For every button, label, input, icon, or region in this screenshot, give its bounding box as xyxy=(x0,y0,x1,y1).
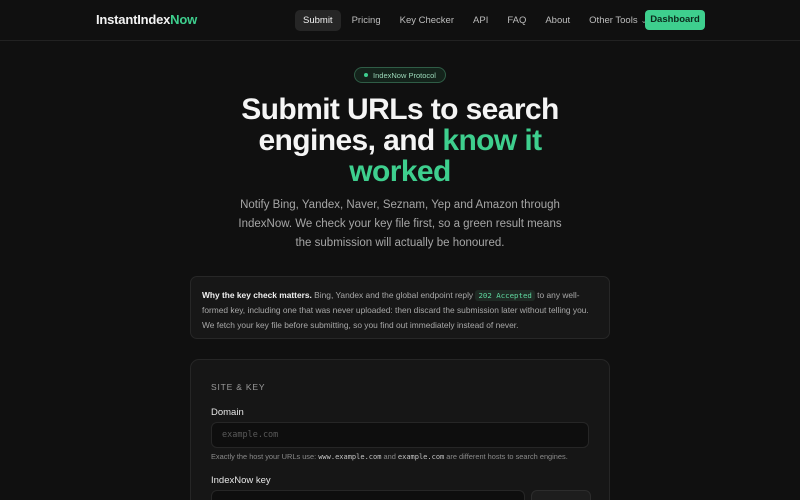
key-action-button[interactable] xyxy=(531,490,591,500)
callout-code: 202 Accepted xyxy=(475,290,535,301)
domain-hint: Exactly the host your URLs use: www.exam… xyxy=(211,452,568,461)
dashboard-button[interactable]: Dashboard xyxy=(645,10,705,30)
callout-heading: Why the key check matters. xyxy=(202,290,312,300)
nav-link-key-checker[interactable]: Key Checker xyxy=(392,10,462,31)
nav-links: Submit Pricing Key Checker API FAQ About… xyxy=(295,9,658,31)
protocol-badge: IndexNow Protocol xyxy=(354,67,446,83)
hero-title-line1: Submit URLs to search xyxy=(241,93,559,126)
hint-text-3: are different hosts to search engines. xyxy=(444,452,568,461)
key-label: IndexNow key xyxy=(211,475,271,486)
other-tools-label: Other Tools xyxy=(589,14,638,26)
key-check-callout: Why the key check matters. Bing, Yandex … xyxy=(190,276,610,339)
hero-subtitle: Notify Bing, Yandex, Naver, Seznam, Yep … xyxy=(238,199,562,249)
status-dot-icon xyxy=(364,73,369,77)
hint-code-www: www.example.com xyxy=(318,453,382,461)
hint-text-1: Exactly the host your URLs use: xyxy=(211,452,319,461)
hero-title-line2: engines, and xyxy=(258,124,443,157)
nav-link-about[interactable]: About xyxy=(537,10,578,31)
section-title: SITE & KEY xyxy=(211,382,266,392)
hero-title-highlight: know it xyxy=(442,124,542,157)
protocol-badge-label: IndexNow Protocol xyxy=(373,70,436,80)
site-key-form: SITE & KEY Domain Exactly the host your … xyxy=(190,359,610,500)
callout-text-1: Bing, Yandex and the global endpoint rep… xyxy=(311,290,476,300)
domain-label: Domain xyxy=(211,407,244,418)
key-input[interactable] xyxy=(211,490,525,500)
hero-title-line3: worked xyxy=(349,155,451,188)
logo[interactable]: InstantIndexNow xyxy=(96,12,197,27)
nav-link-api[interactable]: API xyxy=(465,10,496,31)
nav-link-faq[interactable]: FAQ xyxy=(499,10,534,31)
top-nav: InstantIndexNow Submit Pricing Key Check… xyxy=(0,0,800,41)
hint-code-bare: example.com xyxy=(397,453,445,461)
nav-link-pricing[interactable]: Pricing xyxy=(344,10,389,31)
hero-title: Submit URLs to search engines, and know … xyxy=(150,94,650,187)
logo-accent-text: Now xyxy=(170,12,198,27)
hint-text-2: and xyxy=(381,452,398,461)
logo-text: InstantIndex xyxy=(96,12,171,27)
nav-link-submit[interactable]: Submit xyxy=(295,9,341,31)
domain-input[interactable] xyxy=(211,422,589,448)
